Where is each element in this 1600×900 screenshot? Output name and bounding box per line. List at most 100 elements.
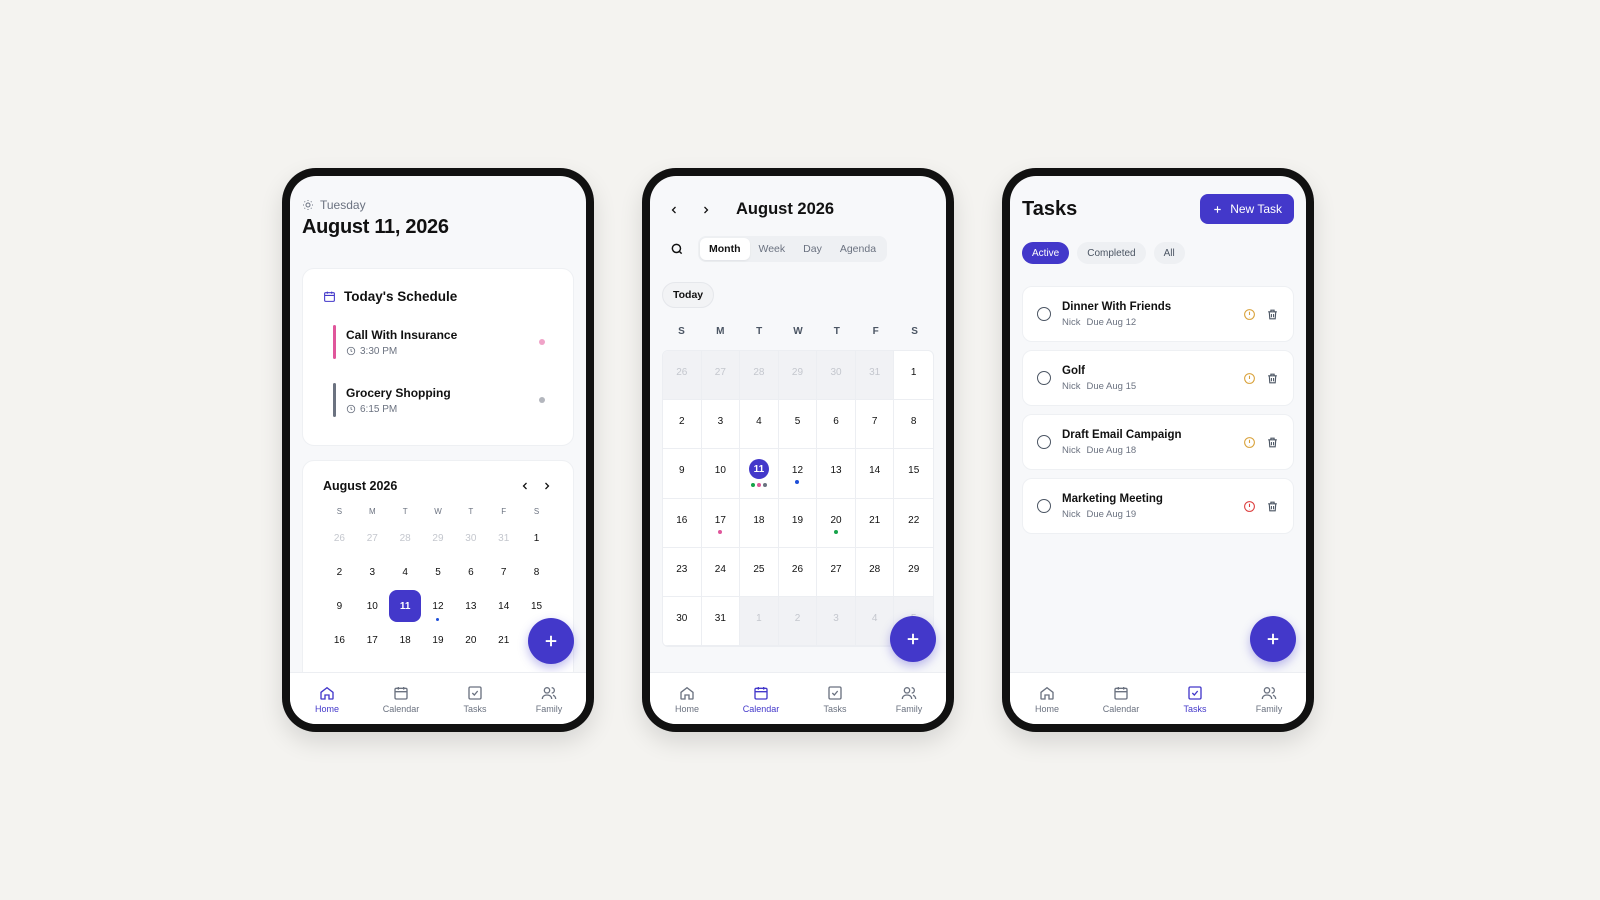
nav-family[interactable]: Family	[879, 685, 939, 714]
trash-icon[interactable]	[1266, 500, 1279, 513]
view-day-tab[interactable]: Day	[794, 238, 831, 260]
day-cell[interactable]: 25	[740, 547, 779, 597]
mini-day-cell[interactable]: 17	[356, 623, 389, 657]
mini-day-cell[interactable]: 10	[356, 589, 389, 623]
mini-day-cell[interactable]: 30	[454, 521, 487, 555]
day-cell[interactable]: 12	[778, 449, 818, 499]
mini-day-cell[interactable]: 21	[487, 623, 520, 657]
mini-day-cell[interactable]: 7	[487, 555, 520, 589]
day-cell[interactable]: 8	[894, 400, 933, 450]
nav-family[interactable]: Family	[1239, 685, 1299, 714]
task-item[interactable]: Draft Email Campaign Nick Due Aug 18	[1022, 414, 1294, 470]
day-cell[interactable]: 27	[701, 351, 741, 401]
day-cell[interactable]: 13	[817, 449, 856, 499]
day-cell[interactable]: 28	[740, 351, 779, 401]
day-cell[interactable]: 16	[663, 498, 702, 548]
view-agenda-tab[interactable]: Agenda	[831, 238, 885, 260]
mini-day-cell[interactable]: 8	[520, 555, 553, 589]
day-cell[interactable]: 19	[778, 498, 818, 548]
day-cell[interactable]: 21	[855, 498, 895, 548]
day-cell[interactable]: 17	[701, 498, 741, 548]
chevron-left-icon[interactable]	[668, 204, 680, 216]
task-checkbox[interactable]	[1037, 307, 1051, 321]
add-fab-button[interactable]	[1250, 616, 1296, 662]
day-cell[interactable]: 4	[740, 400, 779, 450]
task-item[interactable]: Marketing Meeting Nick Due Aug 19	[1022, 478, 1294, 534]
task-item[interactable]: Dinner With Friends Nick Due Aug 12	[1022, 286, 1294, 342]
day-cell[interactable]: 2	[778, 596, 818, 647]
search-icon[interactable]	[670, 242, 684, 256]
add-fab-button[interactable]	[528, 618, 574, 664]
mini-day-cell[interactable]: 3	[356, 555, 389, 589]
mini-day-cell[interactable]: 12	[422, 589, 455, 623]
day-cell[interactable]: 26	[663, 351, 702, 401]
day-cell[interactable]: 11	[740, 449, 779, 499]
task-checkbox[interactable]	[1037, 371, 1051, 385]
day-cell[interactable]: 6	[817, 400, 856, 450]
nav-calendar[interactable]: Calendar	[1091, 685, 1151, 714]
day-cell[interactable]: 29	[778, 351, 818, 401]
filter-active[interactable]: Active	[1022, 242, 1070, 264]
mini-day-cell[interactable]: 11	[389, 589, 422, 623]
day-cell[interactable]: 3	[817, 596, 856, 647]
nav-home[interactable]: Home	[657, 685, 717, 714]
filter-completed[interactable]: Completed	[1077, 242, 1146, 264]
day-cell[interactable]: 28	[855, 547, 895, 597]
mini-day-cell[interactable]: 19	[422, 623, 455, 657]
mini-day-cell[interactable]: 13	[454, 589, 487, 623]
day-cell[interactable]: 22	[894, 499, 933, 548]
day-cell[interactable]: 3	[701, 400, 741, 450]
mini-day-cell[interactable]: 16	[323, 623, 356, 657]
day-cell[interactable]: 10	[701, 449, 741, 499]
today-button[interactable]: Today	[662, 282, 715, 308]
day-cell[interactable]: 2	[663, 400, 702, 450]
trash-icon[interactable]	[1266, 372, 1279, 385]
day-cell[interactable]: 31	[855, 351, 895, 401]
day-cell[interactable]: 30	[663, 596, 702, 647]
mini-day-cell[interactable]: 1	[520, 521, 553, 555]
day-cell[interactable]: 5	[778, 400, 818, 450]
add-fab-button[interactable]	[890, 616, 936, 662]
day-cell[interactable]: 4	[855, 596, 895, 647]
mini-day-cell[interactable]: 5	[422, 555, 455, 589]
nav-tasks[interactable]: Tasks	[445, 685, 505, 714]
nav-tasks[interactable]: Tasks	[805, 685, 865, 714]
day-cell[interactable]: 26	[778, 547, 818, 597]
mini-day-cell[interactable]: 2	[323, 555, 356, 589]
day-cell[interactable]: 14	[855, 449, 895, 499]
mini-day-cell[interactable]: 20	[454, 623, 487, 657]
mini-day-cell[interactable]: 14	[487, 589, 520, 623]
event-item[interactable]: Grocery Shopping 6:15 PM	[333, 383, 545, 417]
view-month-tab[interactable]: Month	[700, 238, 750, 260]
nav-tasks[interactable]: Tasks	[1165, 685, 1225, 714]
day-cell[interactable]: 24	[701, 547, 741, 597]
nav-home[interactable]: Home	[1017, 685, 1077, 714]
task-checkbox[interactable]	[1037, 435, 1051, 449]
mini-day-cell[interactable]: 9	[323, 589, 356, 623]
mini-day-cell[interactable]: 26	[323, 521, 356, 555]
day-cell[interactable]: 27	[817, 547, 856, 597]
task-item[interactable]: Golf Nick Due Aug 15	[1022, 350, 1294, 406]
mini-day-cell[interactable]: 6	[454, 555, 487, 589]
day-cell[interactable]: 18	[740, 498, 779, 548]
trash-icon[interactable]	[1266, 436, 1279, 449]
day-cell[interactable]: 1	[740, 596, 779, 647]
day-cell[interactable]: 20	[817, 498, 856, 548]
nav-calendar[interactable]: Calendar	[731, 685, 791, 714]
mini-day-cell[interactable]: 4	[389, 555, 422, 589]
mini-day-cell[interactable]: 18	[389, 623, 422, 657]
mini-day-cell[interactable]: 31	[487, 521, 520, 555]
day-cell[interactable]: 1	[894, 351, 933, 401]
view-week-tab[interactable]: Week	[750, 238, 795, 260]
filter-all[interactable]: All	[1153, 242, 1185, 264]
mini-day-cell[interactable]: 29	[422, 521, 455, 555]
nav-family[interactable]: Family	[519, 685, 579, 714]
day-cell[interactable]: 29	[894, 548, 933, 597]
nav-calendar[interactable]: Calendar	[371, 685, 431, 714]
day-cell[interactable]: 23	[663, 547, 702, 597]
nav-home[interactable]: Home	[297, 685, 357, 714]
day-cell[interactable]: 31	[701, 596, 741, 647]
day-cell[interactable]: 15	[894, 449, 933, 499]
mini-day-cell[interactable]: 28	[389, 521, 422, 555]
task-checkbox[interactable]	[1037, 499, 1051, 513]
